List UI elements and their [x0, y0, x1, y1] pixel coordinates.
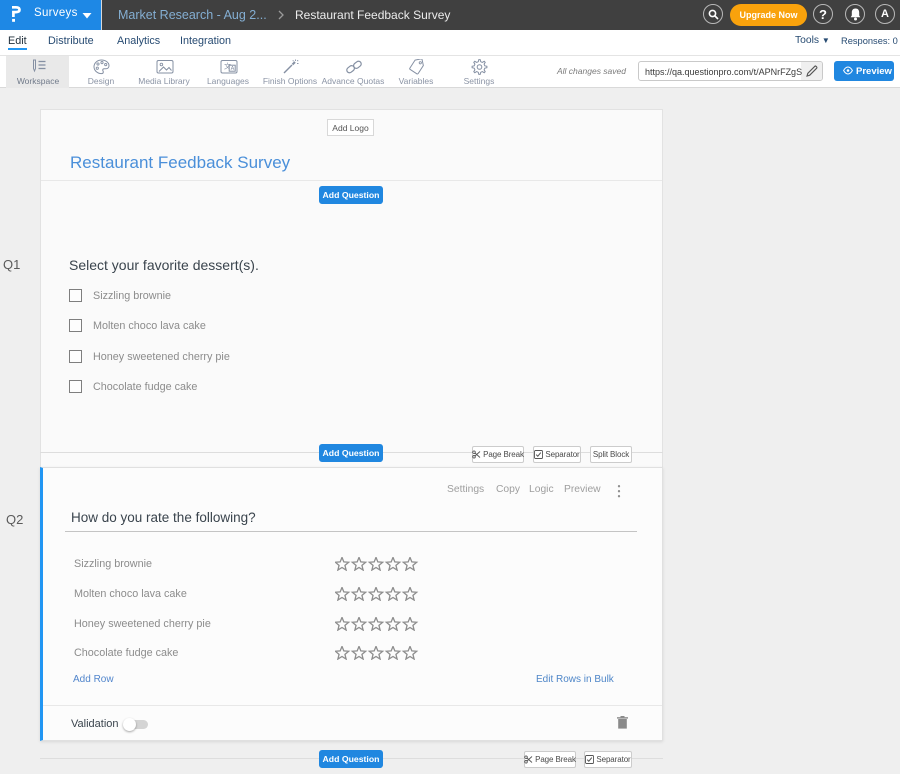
svg-text:A: A — [231, 66, 235, 72]
